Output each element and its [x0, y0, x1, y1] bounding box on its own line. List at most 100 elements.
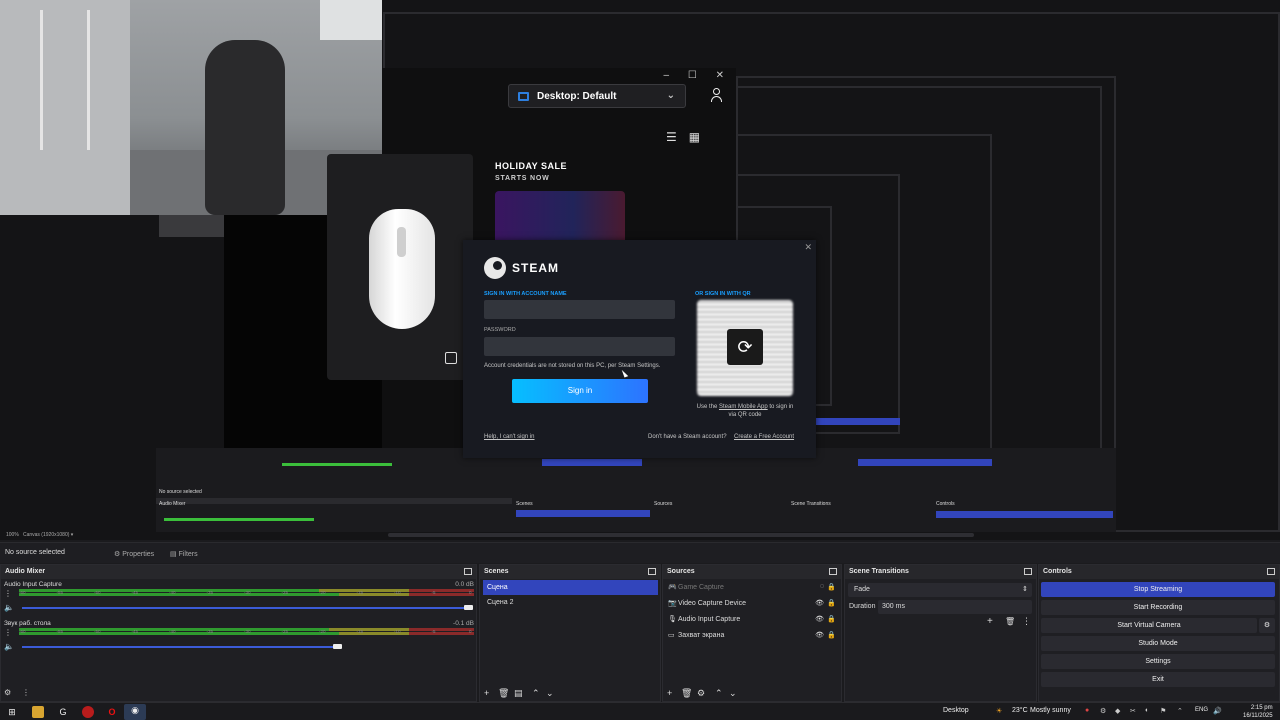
clock[interactable]: 2:15 pm 16/11/2025: [1243, 704, 1273, 720]
logitech-icon[interactable]: G: [57, 706, 69, 718]
eye-icon[interactable]: 👁: [815, 599, 824, 607]
gamepad-icon: 🎮: [668, 584, 677, 591]
filter-icon[interactable]: ▤: [514, 688, 523, 699]
opera-icon[interactable]: O: [106, 706, 118, 718]
source-item[interactable]: 🎙 Audio Input Capture 👁 🔒: [666, 612, 838, 627]
filters-button[interactable]: ▤ Filters: [166, 547, 206, 561]
gear-icon[interactable]: ⚙: [697, 688, 705, 699]
volume-knob[interactable]: [333, 644, 342, 649]
refresh-icon[interactable]: ⟳: [727, 329, 763, 365]
eye-icon[interactable]: 👁: [815, 631, 824, 639]
volume-knob[interactable]: [464, 605, 473, 610]
meter-tick-label: -25: [281, 590, 289, 595]
menu-dots-icon[interactable]: ⋮: [1022, 616, 1031, 627]
profile-dropdown[interactable]: Desktop: Default ⌄: [508, 84, 686, 108]
temperature[interactable]: 23°C: [1012, 707, 1028, 714]
app-icon[interactable]: [82, 706, 94, 718]
settings-button[interactable]: Settings: [1041, 654, 1275, 669]
stop-streaming-button[interactable]: Stop Streaming: [1041, 582, 1275, 597]
tray-app-icon[interactable]: ●: [1085, 707, 1089, 714]
volume-slider[interactable]: [22, 607, 472, 609]
canvas-label[interactable]: Canvas (1920x1080): [23, 532, 69, 538]
camera-off-icon[interactable]: [445, 352, 457, 364]
chevron-up-icon[interactable]: ⌃: [532, 688, 540, 699]
windows-taskbar: ⊞ G O ◉ Desktop ☀ 23°C Mostly sunny ● ⚙ …: [0, 702, 1280, 720]
lock-icon[interactable]: 🔒: [827, 615, 836, 623]
user-icon[interactable]: [711, 88, 722, 102]
meter-tick-label: -20: [319, 590, 326, 595]
chevron-down-icon[interactable]: ⌄: [729, 688, 737, 699]
menu-dots-icon[interactable]: ⋮: [4, 589, 12, 598]
chevron-down-icon[interactable]: ▾: [71, 532, 74, 538]
popout-icon[interactable]: [1024, 568, 1032, 575]
scenes-title: Scenes: [484, 568, 509, 575]
password-input[interactable]: [484, 337, 675, 356]
tray-app-icon[interactable]: ◐: [1145, 707, 1149, 714]
speaker-icon[interactable]: 🔈: [4, 603, 14, 612]
volume-slider[interactable]: [22, 646, 337, 648]
popout-icon[interactable]: [1267, 568, 1275, 575]
lock-icon[interactable]: 🔒: [827, 631, 836, 639]
lock-icon[interactable]: 🔒: [827, 583, 836, 591]
close-icon[interactable]: ✕: [804, 242, 812, 253]
add-icon[interactable]: +: [484, 688, 489, 698]
cant-sign-in-link[interactable]: Help, I can't sign in: [484, 434, 535, 440]
view-toggle-icons[interactable]: ☰▦: [666, 130, 712, 144]
tray-app-icon[interactable]: ⚑: [1160, 707, 1166, 715]
chevron-down-icon[interactable]: ⌄: [546, 688, 554, 699]
sale-banner-image[interactable]: [495, 191, 625, 241]
source-item[interactable]: 📷 Video Capture Device 👁 🔒: [666, 596, 838, 611]
studio-mode-button[interactable]: Studio Mode: [1041, 636, 1275, 651]
weather-condition[interactable]: Mostly sunny: [1030, 707, 1071, 714]
speaker-icon[interactable]: 🔊: [1213, 707, 1222, 715]
language-indicator[interactable]: ENG: [1195, 707, 1208, 713]
duration-input[interactable]: 300 ms: [878, 600, 1032, 614]
source-item[interactable]: 🎮 Game Capture ◌ 🔒: [666, 580, 838, 595]
canvas-zoom[interactable]: 100%: [6, 532, 19, 538]
chevron-up-icon[interactable]: ⌃: [1177, 707, 1183, 715]
account-name-input[interactable]: [484, 300, 675, 319]
file-explorer-icon[interactable]: [32, 706, 44, 718]
add-icon[interactable]: +: [667, 688, 672, 698]
source-item[interactable]: ▭ Захват экрана 👁 🔒: [666, 628, 838, 643]
meter-tick-label: -30: [244, 590, 251, 595]
add-icon[interactable]: +: [987, 616, 993, 627]
steam-mobile-app-link[interactable]: Steam Mobile App: [719, 404, 768, 410]
tray-app-icon[interactable]: ◆: [1115, 707, 1120, 715]
gear-icon[interactable]: ⚙: [1259, 618, 1275, 633]
trash-icon[interactable]: 🗑: [1005, 617, 1015, 626]
trash-icon[interactable]: 🗑: [498, 688, 509, 699]
lock-icon[interactable]: 🔒: [827, 599, 836, 607]
eye-icon[interactable]: 👁: [815, 615, 824, 623]
sign-in-button[interactable]: Sign in: [512, 379, 648, 403]
window-controls[interactable]: – ☐ ✕: [664, 70, 732, 81]
start-recording-button[interactable]: Start Recording: [1041, 600, 1275, 615]
popout-icon[interactable]: [648, 568, 656, 575]
windows-start-icon[interactable]: ⊞: [6, 706, 18, 718]
menu-dots-icon[interactable]: ⋮: [22, 688, 30, 697]
steam-taskbar-icon[interactable]: ◉: [124, 704, 146, 720]
transition-select[interactable]: Fade ⇕: [848, 583, 1032, 597]
meter-tick-label: -5: [431, 629, 436, 634]
properties-button[interactable]: ⚙ Properties: [110, 547, 160, 561]
trash-icon[interactable]: 🗑: [681, 688, 692, 699]
tray-app-icon[interactable]: ✂: [1130, 707, 1136, 715]
gear-icon[interactable]: ⚙: [4, 688, 11, 697]
menu-dots-icon[interactable]: ⋮: [4, 628, 12, 637]
scene-item[interactable]: Сцена: [483, 580, 658, 595]
exit-button[interactable]: Exit: [1041, 672, 1275, 687]
speaker-icon[interactable]: 🔈: [4, 642, 14, 651]
chevron-up-icon[interactable]: ⌃: [715, 688, 723, 699]
meter-tick-label: -35: [206, 590, 214, 595]
desktop-label[interactable]: Desktop: [943, 707, 969, 714]
eye-off-icon[interactable]: ◌: [820, 583, 824, 590]
preview-scrollbar[interactable]: [388, 533, 974, 537]
popout-icon[interactable]: [829, 568, 837, 575]
create-account-link[interactable]: Create a Free Account: [734, 434, 794, 440]
obs-preview[interactable]: – ☐ ✕ Desktop: Default ⌄ ☰▦ HOLIDAY SALE…: [0, 0, 1280, 540]
start-virtual-camera-button[interactable]: Start Virtual Camera: [1041, 618, 1257, 633]
popout-icon[interactable]: [464, 568, 472, 575]
tray-app-icon[interactable]: ⚙: [1100, 707, 1106, 715]
scene-item[interactable]: Сцена 2: [483, 595, 658, 610]
meter-tick-label: -15: [356, 629, 364, 634]
